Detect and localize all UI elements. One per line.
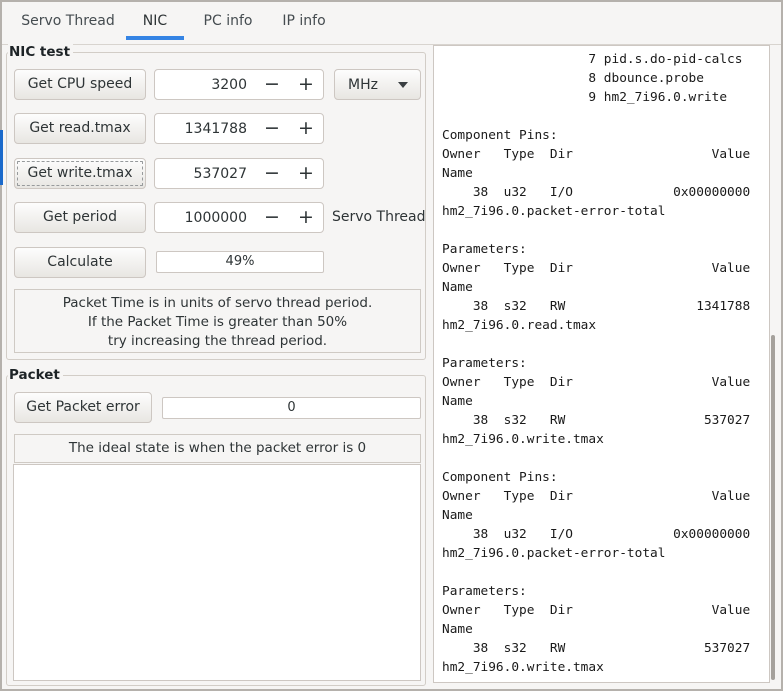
output-scrollbar-thumb[interactable] [771,335,775,680]
tab-ip-info[interactable]: IP info [272,4,336,40]
write-tmax-input[interactable] [155,159,255,188]
increment-button[interactable]: + [289,203,323,232]
decrement-button[interactable]: − [255,203,289,232]
note-line: If the Packet Time is greater than 50% [87,314,348,330]
notebook-tab-bar: Servo Thread NIC PC info IP info [2,2,781,45]
tab-label: IP info [282,13,326,29]
tab-label: Servo Thread [21,13,115,29]
period-input[interactable] [155,203,255,232]
hal-output-text: 7 pid.s.do-pid-calcs 8 dbounce.probe 9 h… [442,52,751,675]
unit-dropdown[interactable]: MHz [334,69,421,100]
get-packet-error-button[interactable]: Get Packet error [14,392,152,423]
increment-button[interactable]: + [289,159,323,188]
cpu-speed-input[interactable] [155,70,255,99]
tab-pc-info[interactable]: PC info [194,4,262,40]
tab-label: NIC [142,13,168,29]
tab-label: PC info [203,13,253,29]
period-spinbox: − + [154,202,324,233]
packet-error-value: 0 [162,397,421,419]
tab-servo-thread[interactable]: Servo Thread [13,4,123,40]
nic-test-frame-label: NIC test [8,44,74,60]
increment-button[interactable]: + [289,114,323,143]
decrement-button[interactable]: − [255,70,289,99]
decrement-button[interactable]: − [255,114,289,143]
packet-time-note: Packet Time is in units of servo thread … [14,289,421,353]
read-tmax-spinbox: − + [154,113,324,144]
packet-frame-label: Packet [8,367,63,383]
active-tab-indicator [126,36,184,40]
increment-button[interactable]: + [289,70,323,99]
packet-error-note: The ideal state is when the packet error… [14,434,421,463]
get-read-tmax-button[interactable]: Get read.tmax [14,113,146,144]
servo-thread-label: Servo Thread [332,209,426,225]
application-window: Servo Thread NIC PC info IP info NIC tes… [0,0,783,691]
calculate-button[interactable]: Calculate [14,247,146,278]
cpu-speed-spinbox: − + [154,69,324,100]
note-line: Packet Time is in units of servo thread … [62,295,373,311]
hal-output-textview[interactable]: 7 pid.s.do-pid-calcs 8 dbounce.probe 9 h… [433,45,770,683]
packet-empty-panel [13,464,421,681]
decrement-button[interactable]: − [255,159,289,188]
window-edge-highlight [0,130,3,185]
read-tmax-input[interactable] [155,114,255,143]
dropdown-arrow-icon [398,81,408,88]
note-line: try increasing the thread period. [107,333,328,349]
get-cpu-speed-button[interactable]: Get CPU speed [14,69,146,100]
get-period-button[interactable]: Get period [14,202,146,233]
tab-nic[interactable]: NIC [126,4,184,40]
write-tmax-spinbox: − + [154,158,324,189]
get-write-tmax-button[interactable]: Get write.tmax [14,158,146,189]
packet-time-progress: 49% [156,251,324,273]
unit-dropdown-value: MHz [348,76,378,93]
